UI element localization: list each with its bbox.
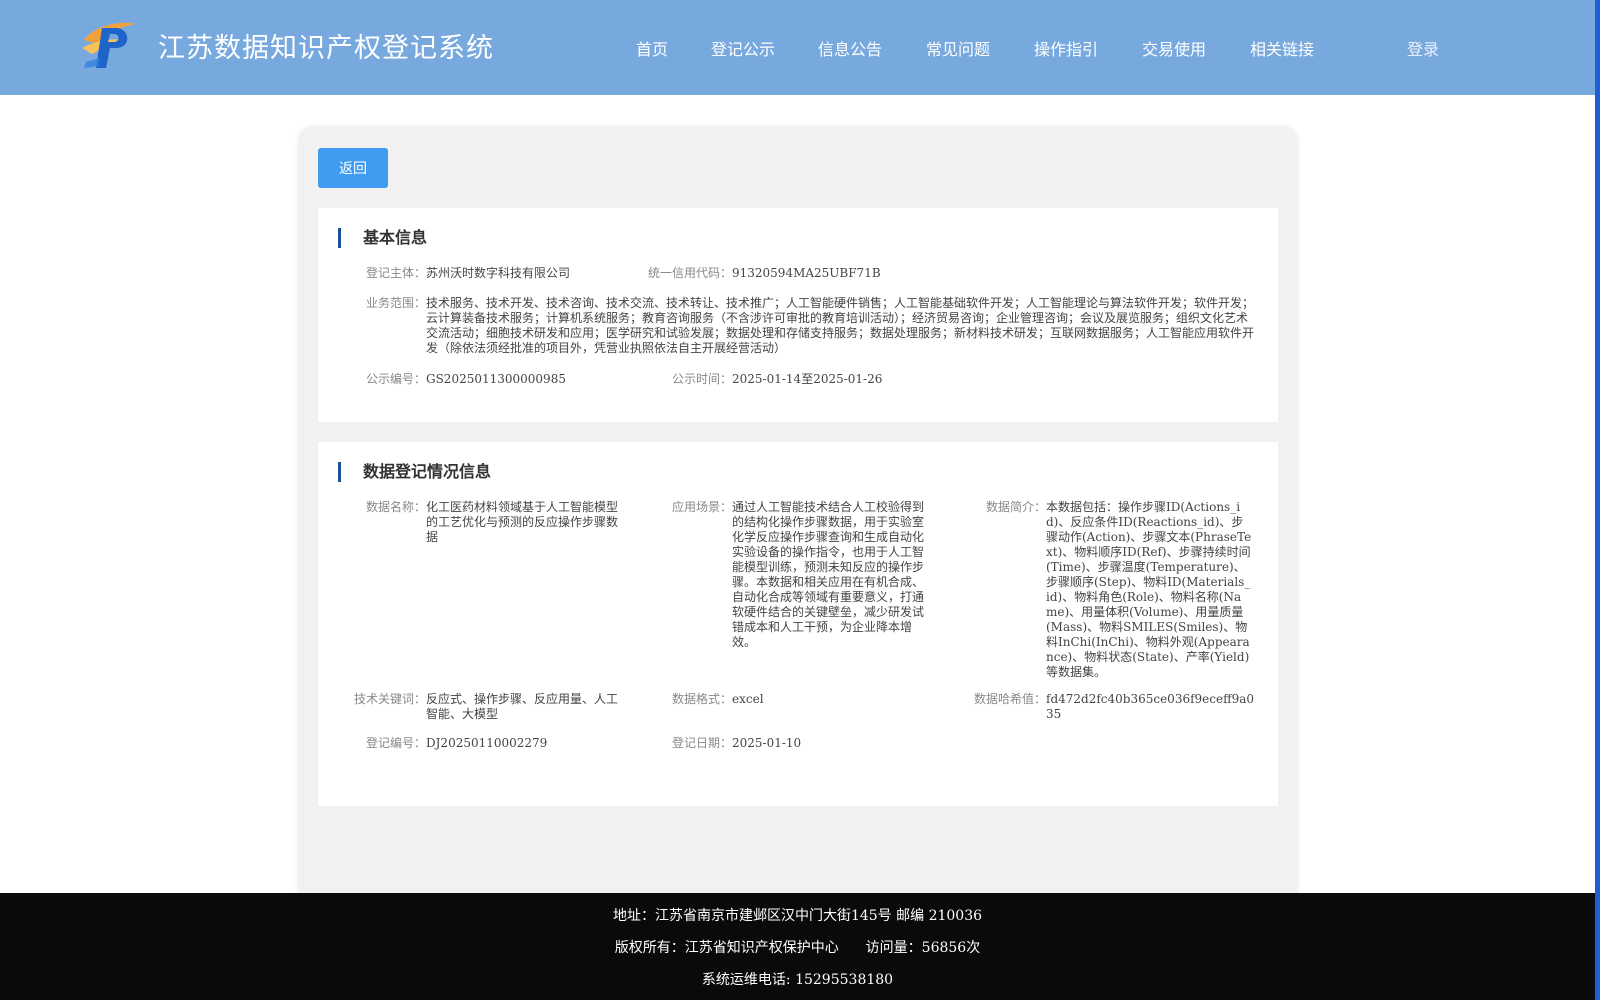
- data-name-value: 化工医药材料领域基于人工智能模型的工艺优化与预测的反应操作步骤数据: [426, 500, 619, 544]
- format-value: excel: [732, 692, 764, 706]
- pub-no-label: 公示编号：: [365, 372, 426, 386]
- nav-faq[interactable]: 常见问题: [926, 36, 990, 60]
- login-link[interactable]: 登录: [1407, 36, 1439, 60]
- reg-date-label: 登记日期：: [671, 736, 732, 750]
- credit-label: 统一信用代码：: [647, 266, 732, 280]
- back-button[interactable]: 返回: [318, 148, 388, 188]
- nav-guide[interactable]: 操作指引: [1034, 36, 1098, 60]
- reg-no-label: 登记编号：: [365, 736, 426, 750]
- site-footer: 地址：江苏省南京市建邺区汉中门大街145号 邮编 210036 版权所有：江苏省…: [0, 893, 1595, 1000]
- scene-value: 通过人工智能技术结合人工校验得到的结构化操作步骤数据，用于实验室化学反应操作步骤…: [732, 500, 925, 649]
- data-name-label: 数据名称：: [365, 500, 426, 514]
- nav-announcements[interactable]: 信息公告: [818, 36, 882, 60]
- site-header: 江苏数据知识产权登记系统 首页 登记公示 信息公告 常见问题 操作指引 交易使用…: [0, 0, 1595, 95]
- pub-time-label: 公示时间：: [671, 372, 732, 386]
- basic-info-title: 基本信息: [338, 228, 427, 248]
- detail-card: 返回 基本信息 登记主体： 苏州沃时数字科技有限公司 统一信用代码： 91320…: [298, 126, 1298, 996]
- subject-label: 登记主体：: [365, 266, 426, 280]
- keywords-label: 技术关键词：: [353, 692, 426, 706]
- reg-no-value: DJ20250110002279: [426, 736, 548, 750]
- page-edge-bar: [1595, 0, 1600, 1000]
- keywords-value: 反应式、操作步骤、反应用量、人工智能、大模型: [426, 692, 619, 721]
- credit-value: 91320594MA25UBF71B: [732, 266, 881, 280]
- nav-home[interactable]: 首页: [636, 36, 668, 60]
- footer-phone: 系统运维电话: 15295538180: [701, 972, 894, 988]
- nav-trading[interactable]: 交易使用: [1142, 36, 1206, 60]
- footer-copyright-line: 版权所有：江苏省知识产权保护中心 访问量：56856次: [0, 937, 1595, 957]
- scene-label: 应用场景：: [671, 500, 732, 514]
- footer-address: 地址：江苏省南京市建邺区汉中门大街145号 邮编 210036: [612, 908, 983, 924]
- scope-value: 技术服务、技术开发、技术咨询、技术交流、技术转让、技术推广；人工智能硬件销售；人…: [426, 296, 1255, 355]
- pub-time-value: 2025-01-14至2025-01-26: [732, 372, 883, 386]
- pub-no-value: GS2025011300000985: [426, 372, 566, 386]
- format-label: 数据格式：: [671, 692, 732, 706]
- data-registration-title: 数据登记情况信息: [338, 462, 491, 482]
- scope-label: 业务范围：: [365, 296, 426, 310]
- site-logo-icon[interactable]: [80, 18, 140, 70]
- hash-label: 数据哈希值：: [973, 692, 1046, 706]
- reg-date-value: 2025-01-10: [732, 736, 802, 750]
- footer-copyright: 版权所有：江苏省知识产权保护中心: [614, 940, 839, 956]
- subject-value: 苏州沃时数字科技有限公司: [426, 266, 571, 280]
- intro-label: 数据简介：: [985, 500, 1046, 514]
- nav-registration-publicity[interactable]: 登记公示: [711, 36, 775, 60]
- intro-value: 本数据包括：操作步骤ID(Actions_id)、反应条件ID(Reaction…: [1046, 500, 1252, 679]
- footer-visits: 访问量：56856次: [865, 940, 981, 956]
- site-title: 江苏数据知识产权登记系统: [158, 33, 494, 64]
- data-registration-panel: 数据登记情况信息 数据名称： 化工医药材料领域基于人工智能模型的工艺优化与预测的…: [318, 442, 1278, 806]
- hash-value: fd472d2fc40b365ce036f9eceff9a035: [1046, 692, 1255, 721]
- basic-info-panel: 基本信息 登记主体： 苏州沃时数字科技有限公司 统一信用代码： 91320594…: [318, 208, 1278, 422]
- nav-links[interactable]: 相关链接: [1250, 36, 1314, 60]
